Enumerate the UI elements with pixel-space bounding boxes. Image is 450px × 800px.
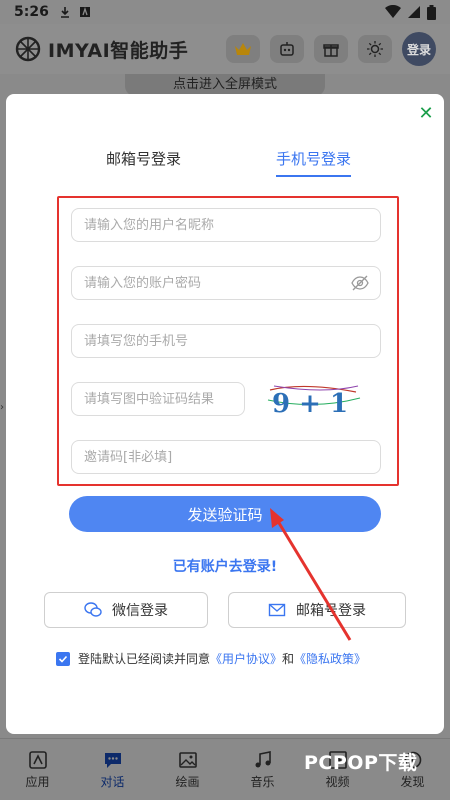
captcha-text: 9 + 1 [272,389,348,418]
wechat-login-label: 微信登录 [112,603,168,619]
download-icon [60,7,69,18]
image-icon [178,751,197,768]
tab-phone-login[interactable]: 手机号登录 [276,148,352,177]
apps-icon [28,750,47,769]
header-login-button[interactable]: 登录 [402,32,436,66]
battery-icon [427,4,436,20]
phone-input[interactable] [71,324,381,358]
nav-label-discover: 发现 [400,774,425,789]
agreement-and: 和 [282,652,295,666]
email-login-label: 邮箱号登录 [296,603,366,619]
check-icon [58,655,68,663]
app-title: IMYAI智能助手 [48,39,189,62]
login-modal: ✕ 邮箱号登录 手机号登录 9 + 1 发送验证码 已有账户去登录! 微信登录 … [6,94,444,734]
captcha-image[interactable]: 9 + 1 [264,380,364,418]
nav-item-chat[interactable]: 对话 [78,750,148,790]
wechat-icon [84,602,102,617]
crown-icon [235,43,251,55]
app-header: IMYAI智能助手 登录 [0,24,450,74]
user-agreement-link[interactable]: 《用户协议》 [210,652,282,666]
invite-code-input[interactable] [71,440,381,474]
gift-icon [323,44,339,57]
tab-email-login[interactable]: 邮箱号登录 [106,148,181,169]
mail-icon [268,603,286,617]
have-account-link[interactable]: 已有账户去登录! [6,556,444,576]
send-code-button[interactable]: 发送验证码 [69,496,381,532]
nav-label-chat: 对话 [100,774,125,789]
theme-button[interactable] [358,35,392,63]
agreement-prefix: 登陆默认已经阅读并同意 [78,652,211,666]
close-icon[interactable]: ✕ [416,104,436,124]
status-time: 5:26 [14,4,49,20]
chat-icon [104,752,121,768]
nav-item-apps[interactable]: 应用 [3,750,73,790]
nav-label-apps: 应用 [25,774,50,789]
robot-icon [280,42,294,56]
privacy-policy-link[interactable]: 《隐私政策》 [294,652,366,666]
wifi-icon [385,5,401,18]
eye-slash-icon[interactable] [351,274,369,292]
username-input[interactable] [71,208,381,242]
gift-button[interactable] [314,35,348,63]
sun-icon [367,41,383,57]
nav-item-music[interactable]: 音乐 [228,750,298,790]
nav-item-draw[interactable]: 绘画 [153,750,223,790]
agreement-checkbox[interactable] [56,651,70,666]
fullscreen-hint[interactable]: 点击进入全屏模式 [125,74,325,96]
signal-icon [408,6,420,18]
music-icon [255,750,271,767]
nav-label-music: 音乐 [250,774,275,789]
side-chevron-icon[interactable]: › [0,402,4,413]
register-form-highlight: 9 + 1 [57,196,399,486]
robot-button[interactable] [270,35,304,63]
nav-label-video: 视频 [325,774,350,789]
nav-label-draw: 绘画 [175,774,200,789]
watermark: PCPOP下载 [304,752,418,774]
email-login-button[interactable]: 邮箱号登录 [228,592,406,628]
captcha-input[interactable] [71,382,245,416]
agreement-row: 登陆默认已经阅读并同意《用户协议》和《隐私政策》 [56,650,366,667]
app-logo-icon [15,36,41,62]
status-bar: 5:26 [0,0,450,24]
notification-app-icon [79,6,90,17]
password-input[interactable] [71,266,381,300]
wechat-login-button[interactable]: 微信登录 [44,592,208,628]
vip-button[interactable] [226,35,260,63]
login-tabs: 邮箱号登录 手机号登录 [6,148,444,180]
